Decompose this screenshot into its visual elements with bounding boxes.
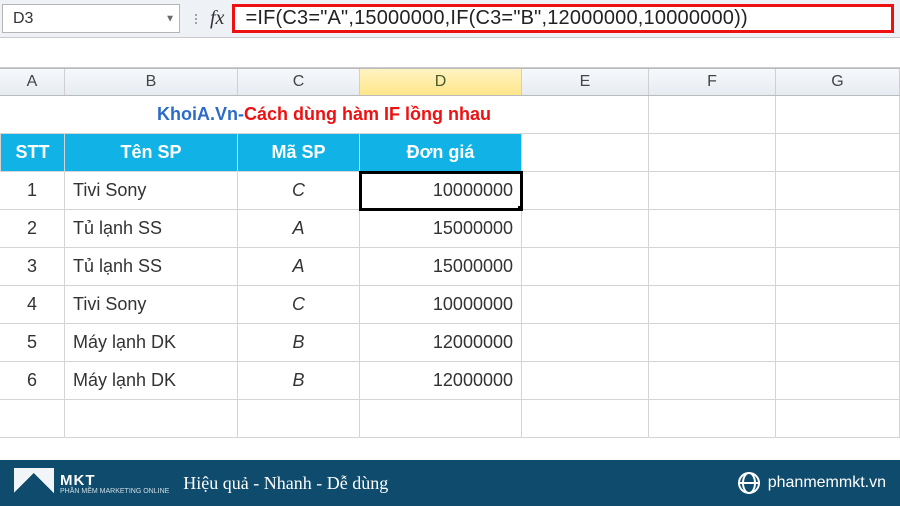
title-brand: KhoiA.Vn bbox=[157, 104, 238, 125]
cell[interactable] bbox=[649, 96, 776, 134]
cell[interactable] bbox=[776, 324, 900, 362]
cell-code[interactable]: A bbox=[238, 210, 360, 248]
cell-name[interactable]: Tivi Sony bbox=[65, 286, 238, 324]
logo-icon bbox=[14, 468, 54, 498]
col-header-C[interactable]: C bbox=[238, 69, 360, 95]
cell-price[interactable]: 15000000 bbox=[360, 248, 522, 286]
cell-price[interactable]: 10000000 bbox=[360, 286, 522, 324]
cell[interactable] bbox=[360, 400, 522, 438]
brand-name: MKT bbox=[60, 472, 96, 489]
cell-name[interactable]: Tủ lạnh SS bbox=[65, 210, 238, 248]
title-text: Cách dùng hàm IF lồng nhau bbox=[244, 104, 491, 125]
cell[interactable] bbox=[649, 210, 776, 248]
fx-group: fx bbox=[192, 4, 232, 33]
col-header-D[interactable]: D bbox=[360, 69, 522, 95]
cell[interactable] bbox=[776, 134, 900, 172]
th-ten-sp[interactable]: Tên SP bbox=[65, 134, 238, 172]
cell[interactable] bbox=[776, 286, 900, 324]
cell-code[interactable]: A bbox=[238, 248, 360, 286]
col-header-G[interactable]: G bbox=[776, 69, 900, 95]
cell[interactable] bbox=[649, 286, 776, 324]
cell[interactable] bbox=[649, 400, 776, 438]
website-text: phanmemmkt.vn bbox=[768, 474, 886, 492]
cell-code[interactable]: C bbox=[238, 172, 360, 210]
fx-icon[interactable]: fx bbox=[200, 7, 232, 30]
cell[interactable] bbox=[776, 362, 900, 400]
cell[interactable] bbox=[649, 248, 776, 286]
cell[interactable] bbox=[522, 286, 649, 324]
cell-name[interactable]: Tivi Sony bbox=[65, 172, 238, 210]
cell-stt[interactable]: 5 bbox=[0, 324, 65, 362]
footer-bar: MKT PHẦN MỀM MARKETING ONLINE Hiệu quả -… bbox=[0, 460, 900, 506]
dropdown-icon[interactable]: ▼ bbox=[165, 13, 175, 24]
globe-icon bbox=[738, 472, 760, 494]
col-header-A[interactable]: A bbox=[0, 69, 65, 95]
column-headers: A B C D E F G bbox=[0, 68, 900, 96]
cell-price[interactable]: 12000000 bbox=[360, 362, 522, 400]
grip-icon bbox=[192, 4, 200, 33]
cell[interactable] bbox=[0, 400, 65, 438]
th-ma-sp[interactable]: Mã SP bbox=[238, 134, 360, 172]
cell[interactable] bbox=[649, 134, 776, 172]
th-stt[interactable]: STT bbox=[0, 134, 65, 172]
cell[interactable] bbox=[238, 400, 360, 438]
brand-logo: MKT PHẦN MỀM MARKETING ONLINE bbox=[14, 468, 169, 498]
col-header-F[interactable]: F bbox=[649, 69, 776, 95]
th-don-gia[interactable]: Đơn giá bbox=[360, 134, 522, 172]
formula-input[interactable]: =IF(C3="A",15000000,IF(C3="B",12000000,1… bbox=[232, 4, 894, 33]
name-box[interactable]: D3 ▼ bbox=[2, 4, 180, 33]
sheet-body[interactable]: KhoiA.Vn - Cách dùng hàm IF lồng nhau ST… bbox=[0, 96, 900, 438]
cell-reference: D3 bbox=[3, 10, 33, 28]
cell[interactable] bbox=[522, 210, 649, 248]
cell-stt[interactable]: 2 bbox=[0, 210, 65, 248]
cell-code[interactable]: B bbox=[238, 362, 360, 400]
ribbon-gap bbox=[0, 38, 900, 68]
formula-text: =IF(C3="A",15000000,IF(C3="B",12000000,1… bbox=[245, 7, 747, 30]
cell[interactable] bbox=[65, 400, 238, 438]
cell-name[interactable]: Tủ lạnh SS bbox=[65, 248, 238, 286]
cell-name[interactable]: Máy lạnh DK bbox=[65, 324, 238, 362]
spreadsheet[interactable]: A B C D E F G KhoiA.Vn - Cách dùng hàm I… bbox=[0, 68, 900, 438]
cell-stt[interactable]: 4 bbox=[0, 286, 65, 324]
cell[interactable] bbox=[522, 362, 649, 400]
tagline: Hiệu quả - Nhanh - Dễ dùng bbox=[183, 473, 737, 494]
cell[interactable] bbox=[776, 210, 900, 248]
cell-price[interactable]: 12000000 bbox=[360, 324, 522, 362]
cell[interactable] bbox=[522, 248, 649, 286]
cell[interactable] bbox=[776, 248, 900, 286]
cell-stt[interactable]: 3 bbox=[0, 248, 65, 286]
website-link[interactable]: phanmemmkt.vn bbox=[738, 472, 886, 494]
brand-sub: PHẦN MỀM MARKETING ONLINE bbox=[60, 488, 169, 495]
col-header-B[interactable]: B bbox=[65, 69, 238, 95]
cell[interactable] bbox=[649, 172, 776, 210]
cell[interactable] bbox=[649, 362, 776, 400]
cell[interactable] bbox=[776, 172, 900, 210]
cell[interactable] bbox=[776, 400, 900, 438]
cell[interactable] bbox=[776, 96, 900, 134]
cell-code[interactable]: B bbox=[238, 324, 360, 362]
cell[interactable] bbox=[522, 172, 649, 210]
cell-name[interactable]: Máy lạnh DK bbox=[65, 362, 238, 400]
cell[interactable] bbox=[649, 324, 776, 362]
cell-stt[interactable]: 1 bbox=[0, 172, 65, 210]
formula-bar: D3 ▼ fx =IF(C3="A",15000000,IF(C3="B",12… bbox=[0, 0, 900, 38]
cell-price-selected[interactable]: 10000000 bbox=[360, 172, 522, 210]
page-title[interactable]: KhoiA.Vn - Cách dùng hàm IF lồng nhau bbox=[0, 96, 649, 134]
col-header-E[interactable]: E bbox=[522, 69, 649, 95]
cell[interactable] bbox=[522, 134, 649, 172]
cell[interactable] bbox=[522, 400, 649, 438]
cell-stt[interactable]: 6 bbox=[0, 362, 65, 400]
cell-code[interactable]: C bbox=[238, 286, 360, 324]
cell-price[interactable]: 15000000 bbox=[360, 210, 522, 248]
cell[interactable] bbox=[522, 324, 649, 362]
